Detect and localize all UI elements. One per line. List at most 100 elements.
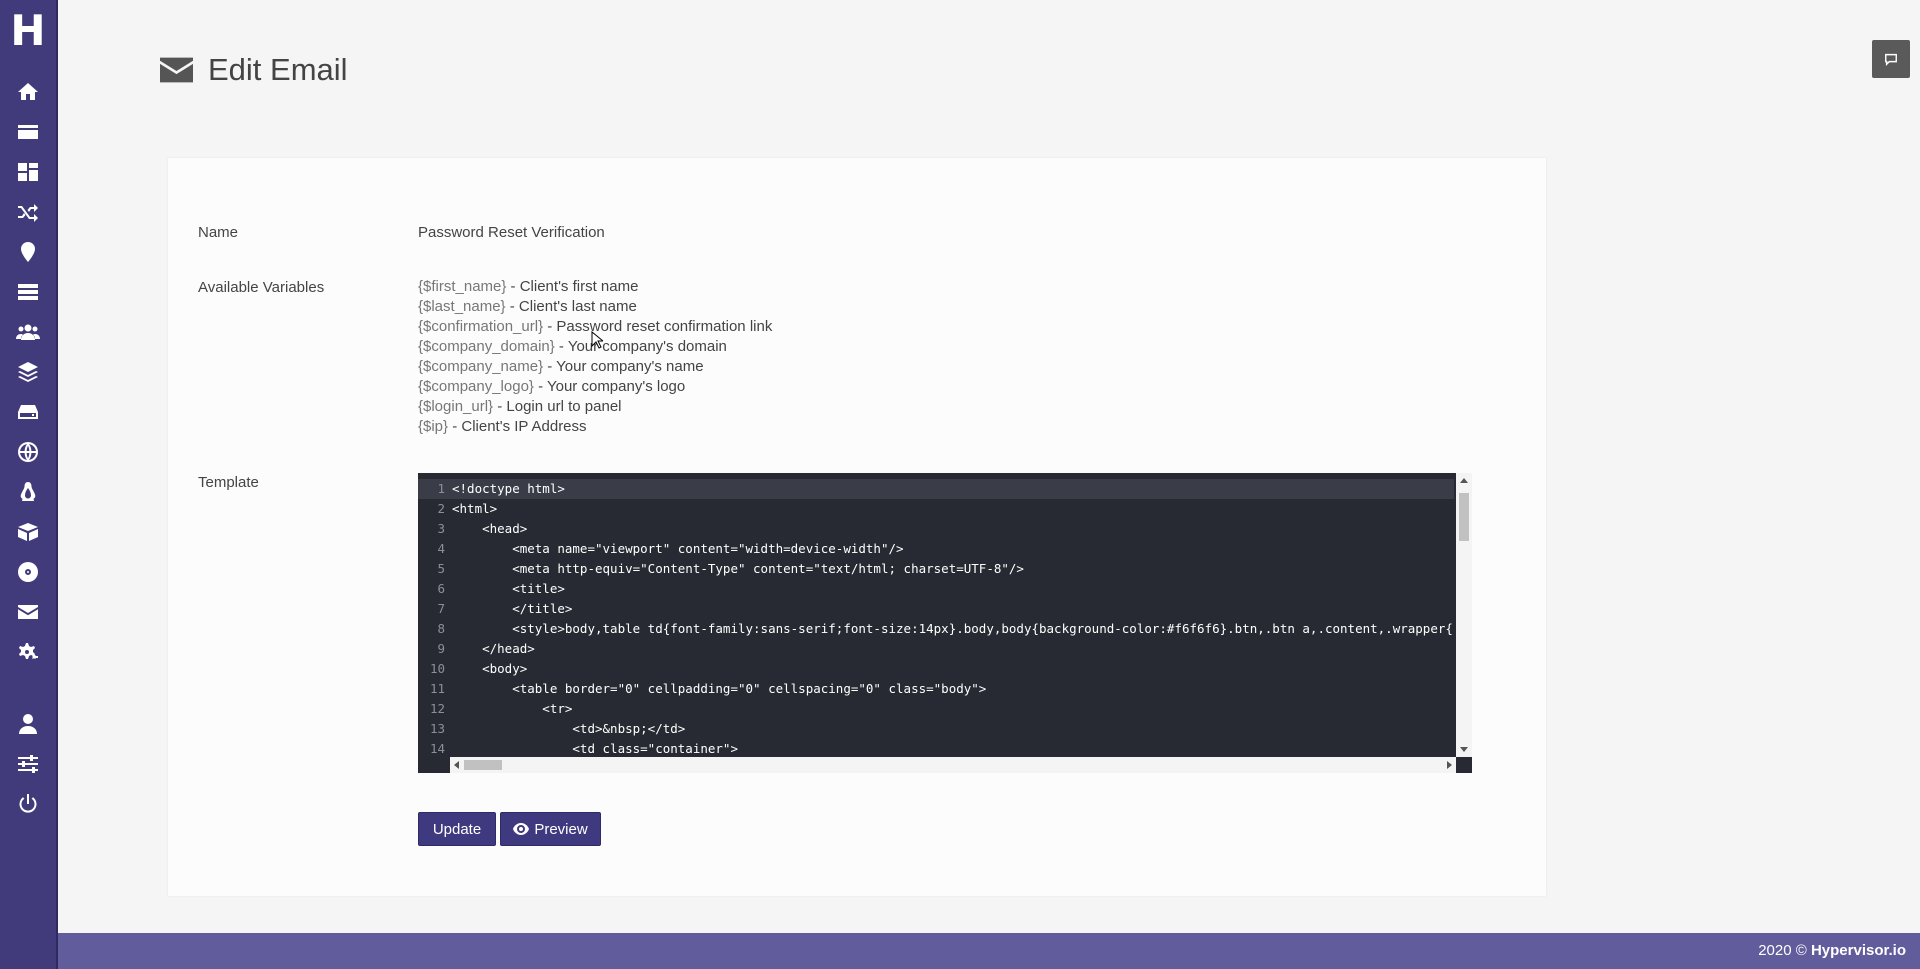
envelope-icon: [160, 57, 193, 83]
code-text: <body>: [452, 661, 528, 676]
footer-brand-link[interactable]: Hypervisor.io: [1811, 942, 1906, 959]
update-button[interactable]: Update: [418, 812, 496, 846]
code-text: </head>: [452, 641, 535, 656]
disc-icon: [18, 562, 38, 582]
code-text: <style>body,table td{font-family:sans-se…: [452, 621, 1453, 636]
code-line[interactable]: 14 <td class="container">: [418, 739, 1454, 759]
sidebar-item-locations[interactable]: [0, 232, 56, 272]
code-text: <table border="0" cellpadding="0" cellsp…: [452, 681, 987, 696]
line-number: 6: [437, 581, 445, 596]
boxes-icon: [18, 523, 38, 541]
scroll-left-arrow-icon[interactable]: [454, 761, 459, 769]
app-logo[interactable]: H: [0, 0, 56, 60]
code-line[interactable]: 2 <html>: [418, 499, 1454, 519]
sidebar-item-packages[interactable]: [0, 512, 56, 552]
sidebar-item-storage[interactable]: [0, 392, 56, 432]
code-line[interactable]: 11 <table border="0" cellpadding="0" cel…: [418, 679, 1454, 699]
preview-label: Preview: [534, 820, 588, 838]
code-text: <title>: [452, 581, 565, 596]
variable-item: {$first_name} - Client's first name: [418, 278, 639, 295]
sidebar-item-billing[interactable]: [0, 112, 56, 152]
scroll-thumb[interactable]: [1459, 493, 1469, 541]
code-lines: 1 <!doctype html> 2 <html> 3 <head> 4 <meta n…: [418, 479, 1454, 759]
variable-item: {$company_name} - Your company's name: [418, 358, 704, 375]
sidebar: H: [0, 0, 58, 969]
line-number: 5: [437, 561, 445, 576]
line-number: 4: [437, 541, 445, 556]
sidebar-item-os[interactable]: [0, 472, 56, 512]
variable-item: {$login_url} - Login url to panel: [418, 398, 622, 415]
template-code-editor[interactable]: 1 <!doctype html> 2 <html> 3 <head> 4 <meta n…: [418, 473, 1472, 773]
page-title: Edit Email: [208, 52, 348, 87]
scroll-thumb[interactable]: [464, 760, 502, 770]
sidebar-item-routing[interactable]: [0, 192, 56, 232]
hard-drive-icon: [18, 405, 38, 419]
sidebar-item-clients[interactable]: [0, 312, 56, 352]
code-line[interactable]: 4 <meta name="viewport" content="width=d…: [418, 539, 1454, 559]
editor-horizontal-scrollbar[interactable]: [450, 757, 1456, 773]
eye-icon: [513, 823, 530, 835]
copyright: 2020 © Hypervisor.io: [1758, 942, 1906, 959]
sidebar-item-emails[interactable]: [0, 592, 56, 632]
name-label: Name: [198, 224, 239, 241]
sliders-icon: [18, 755, 38, 773]
editor-vertical-scrollbar[interactable]: [1456, 473, 1472, 757]
variable-item: {$company_logo} - Your company's logo: [418, 378, 686, 395]
line-number: 8: [437, 621, 445, 636]
scroll-down-arrow-icon[interactable]: [1460, 747, 1468, 752]
sidebar-item-account[interactable]: [0, 704, 56, 744]
line-number: 13: [429, 721, 445, 736]
home-icon: [18, 83, 38, 100]
scroll-up-arrow-icon[interactable]: [1460, 478, 1468, 483]
chat-bubble-icon: [1885, 53, 1897, 66]
code-line[interactable]: 13 <td>&nbsp;</td>: [418, 719, 1454, 739]
line-number: 11: [429, 681, 445, 696]
line-number: 9: [437, 641, 445, 656]
mouse-cursor-icon: [591, 331, 603, 349]
location-pin-icon: [21, 242, 35, 262]
sidebar-item-plans[interactable]: [0, 352, 56, 392]
code-line[interactable]: 6 <title>: [418, 579, 1454, 599]
preview-button[interactable]: Preview: [500, 812, 601, 846]
layers-icon: [18, 362, 38, 382]
code-line[interactable]: 9 </head>: [418, 639, 1454, 659]
sidebar-item-network[interactable]: [0, 432, 56, 472]
code-text: <meta name="viewport" content="width=dev…: [452, 541, 904, 556]
code-line[interactable]: 1 <!doctype html>: [418, 479, 1454, 499]
sidebar-item-home[interactable]: [0, 72, 56, 112]
code-line[interactable]: 3 <head>: [418, 519, 1454, 539]
users-icon: [16, 324, 40, 340]
sidebar-item-isos[interactable]: [0, 552, 56, 592]
credit-card-icon: [18, 125, 38, 139]
line-number: 7: [437, 601, 445, 616]
code-text: <html>: [452, 501, 498, 516]
server-icon: [18, 284, 38, 300]
code-line[interactable]: 12 <tr>: [418, 699, 1454, 719]
code-text: <td>&nbsp;</td>: [452, 721, 686, 736]
code-line[interactable]: 5 <meta http-equiv="Content-Type" conten…: [418, 559, 1454, 579]
sidebar-item-dashboard[interactable]: [0, 152, 56, 192]
line-number: 12: [429, 701, 445, 716]
code-text: <meta http-equiv="Content-Type" content=…: [452, 561, 1024, 576]
template-label: Template: [198, 474, 259, 491]
scroll-right-arrow-icon[interactable]: [1447, 761, 1452, 769]
envelope-icon: [18, 605, 38, 619]
sidebar-item-settings[interactable]: [0, 632, 56, 672]
chat-button[interactable]: [1872, 40, 1910, 78]
sidebar-item-logout[interactable]: [0, 784, 56, 824]
code-line[interactable]: 8 <style>body,table td{font-family:sans-…: [418, 619, 1454, 639]
line-number: 10: [429, 661, 445, 676]
page-header: Edit Email: [160, 52, 348, 88]
line-number: 2: [437, 501, 445, 516]
line-number: 14: [429, 741, 445, 756]
code-line[interactable]: 10 <body>: [418, 659, 1454, 679]
variable-item: {$last_name} - Client's last name: [418, 298, 637, 315]
cogs-icon: [19, 643, 38, 659]
code-line[interactable]: 7 </title>: [418, 599, 1454, 619]
line-number: 3: [437, 521, 445, 536]
sidebar-item-preferences[interactable]: [0, 744, 56, 784]
code-text: <tr>: [452, 701, 573, 716]
edit-email-card: Name Password Reset Verification Availab…: [168, 158, 1546, 896]
sidebar-item-servers[interactable]: [0, 272, 56, 312]
available-variables-label: Available Variables: [198, 279, 325, 296]
